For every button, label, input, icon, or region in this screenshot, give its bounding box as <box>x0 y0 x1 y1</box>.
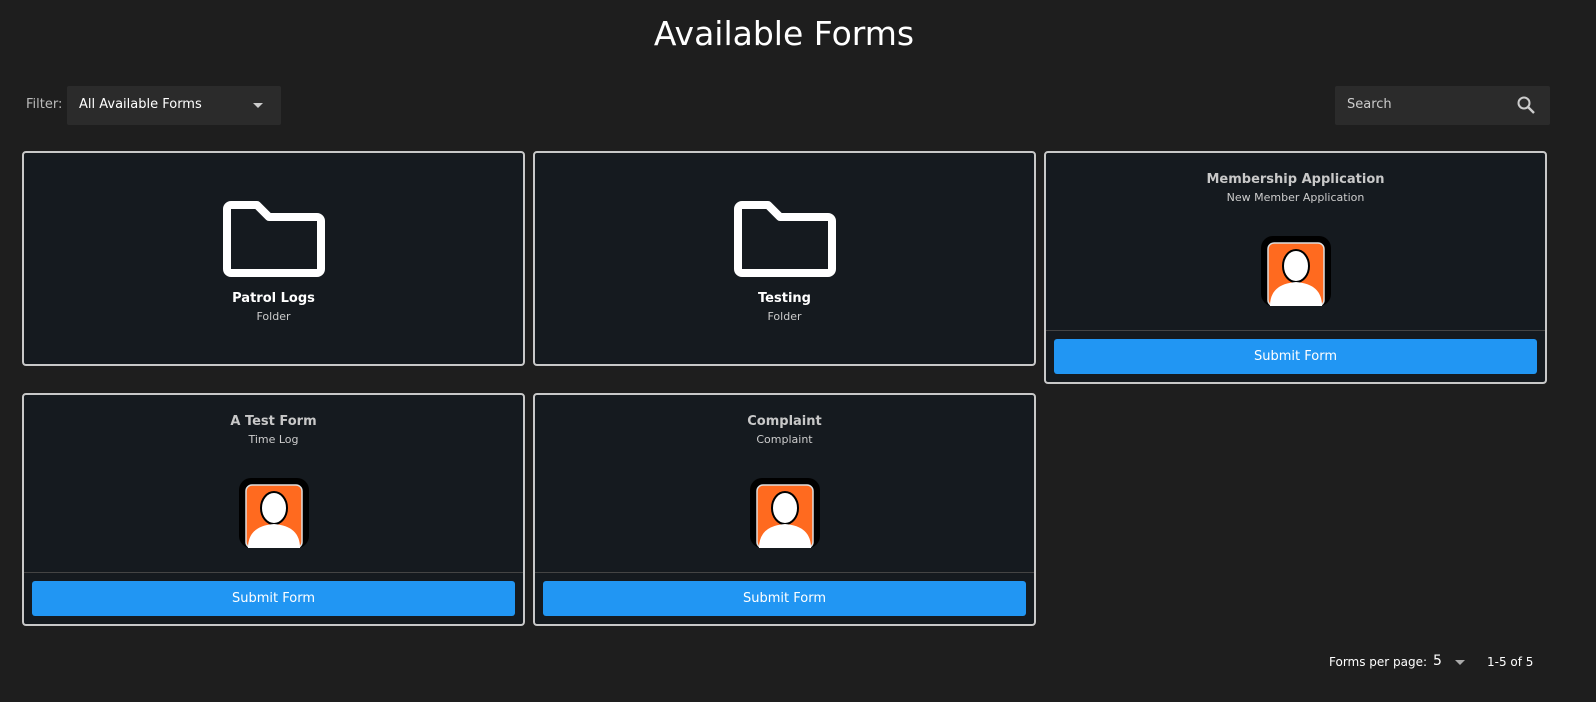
filter-select[interactable]: All Available Forms <box>67 86 281 125</box>
user-avatar-icon <box>238 478 309 549</box>
per-page-select[interactable]: 5 <box>1433 653 1469 673</box>
pagination-range: 1-5 of 5 <box>1487 655 1534 669</box>
per-page-label: Forms per page: <box>1329 655 1428 669</box>
folder-icon <box>733 201 836 277</box>
submit-form-button[interactable]: Submit Form <box>32 581 515 616</box>
form-name: A Test Form <box>230 414 317 429</box>
submit-form-button[interactable]: Submit Form <box>543 581 1026 616</box>
form-name: Complaint <box>747 414 822 429</box>
form-card: A Test Form Time Log Submit Form <box>22 393 525 626</box>
form-description: Time Log <box>248 433 299 446</box>
folder-name: Testing <box>758 291 811 306</box>
form-card: Complaint Complaint Submit Form <box>533 393 1036 626</box>
chevron-down-icon <box>253 103 263 108</box>
folder-name: Patrol Logs <box>232 291 315 306</box>
form-name: Membership Application <box>1206 172 1385 187</box>
per-page-value: 5 <box>1433 653 1442 669</box>
divider <box>1046 330 1545 331</box>
divider <box>535 572 1034 573</box>
form-card: Membership Application New Member Applic… <box>1044 151 1547 384</box>
user-avatar-icon <box>1260 236 1331 307</box>
form-description: Complaint <box>756 433 813 446</box>
divider <box>24 572 523 573</box>
search-input[interactable]: Search <box>1335 86 1550 125</box>
user-avatar-icon <box>749 478 820 549</box>
submit-form-button[interactable]: Submit Form <box>1054 339 1537 374</box>
folder-card[interactable]: Patrol Logs Folder <box>22 151 525 366</box>
folder-card[interactable]: Testing Folder <box>533 151 1036 366</box>
filter-value: All Available Forms <box>79 97 202 112</box>
folder-type: Folder <box>256 310 291 323</box>
chevron-down-icon <box>1455 660 1465 665</box>
search-icon[interactable] <box>1516 95 1536 115</box>
folder-icon <box>222 201 325 277</box>
filter-label: Filter: <box>26 97 63 112</box>
folder-type: Folder <box>767 310 802 323</box>
form-description: New Member Application <box>1226 191 1365 204</box>
page-title: Available Forms <box>653 14 915 53</box>
search-placeholder: Search <box>1347 97 1392 112</box>
